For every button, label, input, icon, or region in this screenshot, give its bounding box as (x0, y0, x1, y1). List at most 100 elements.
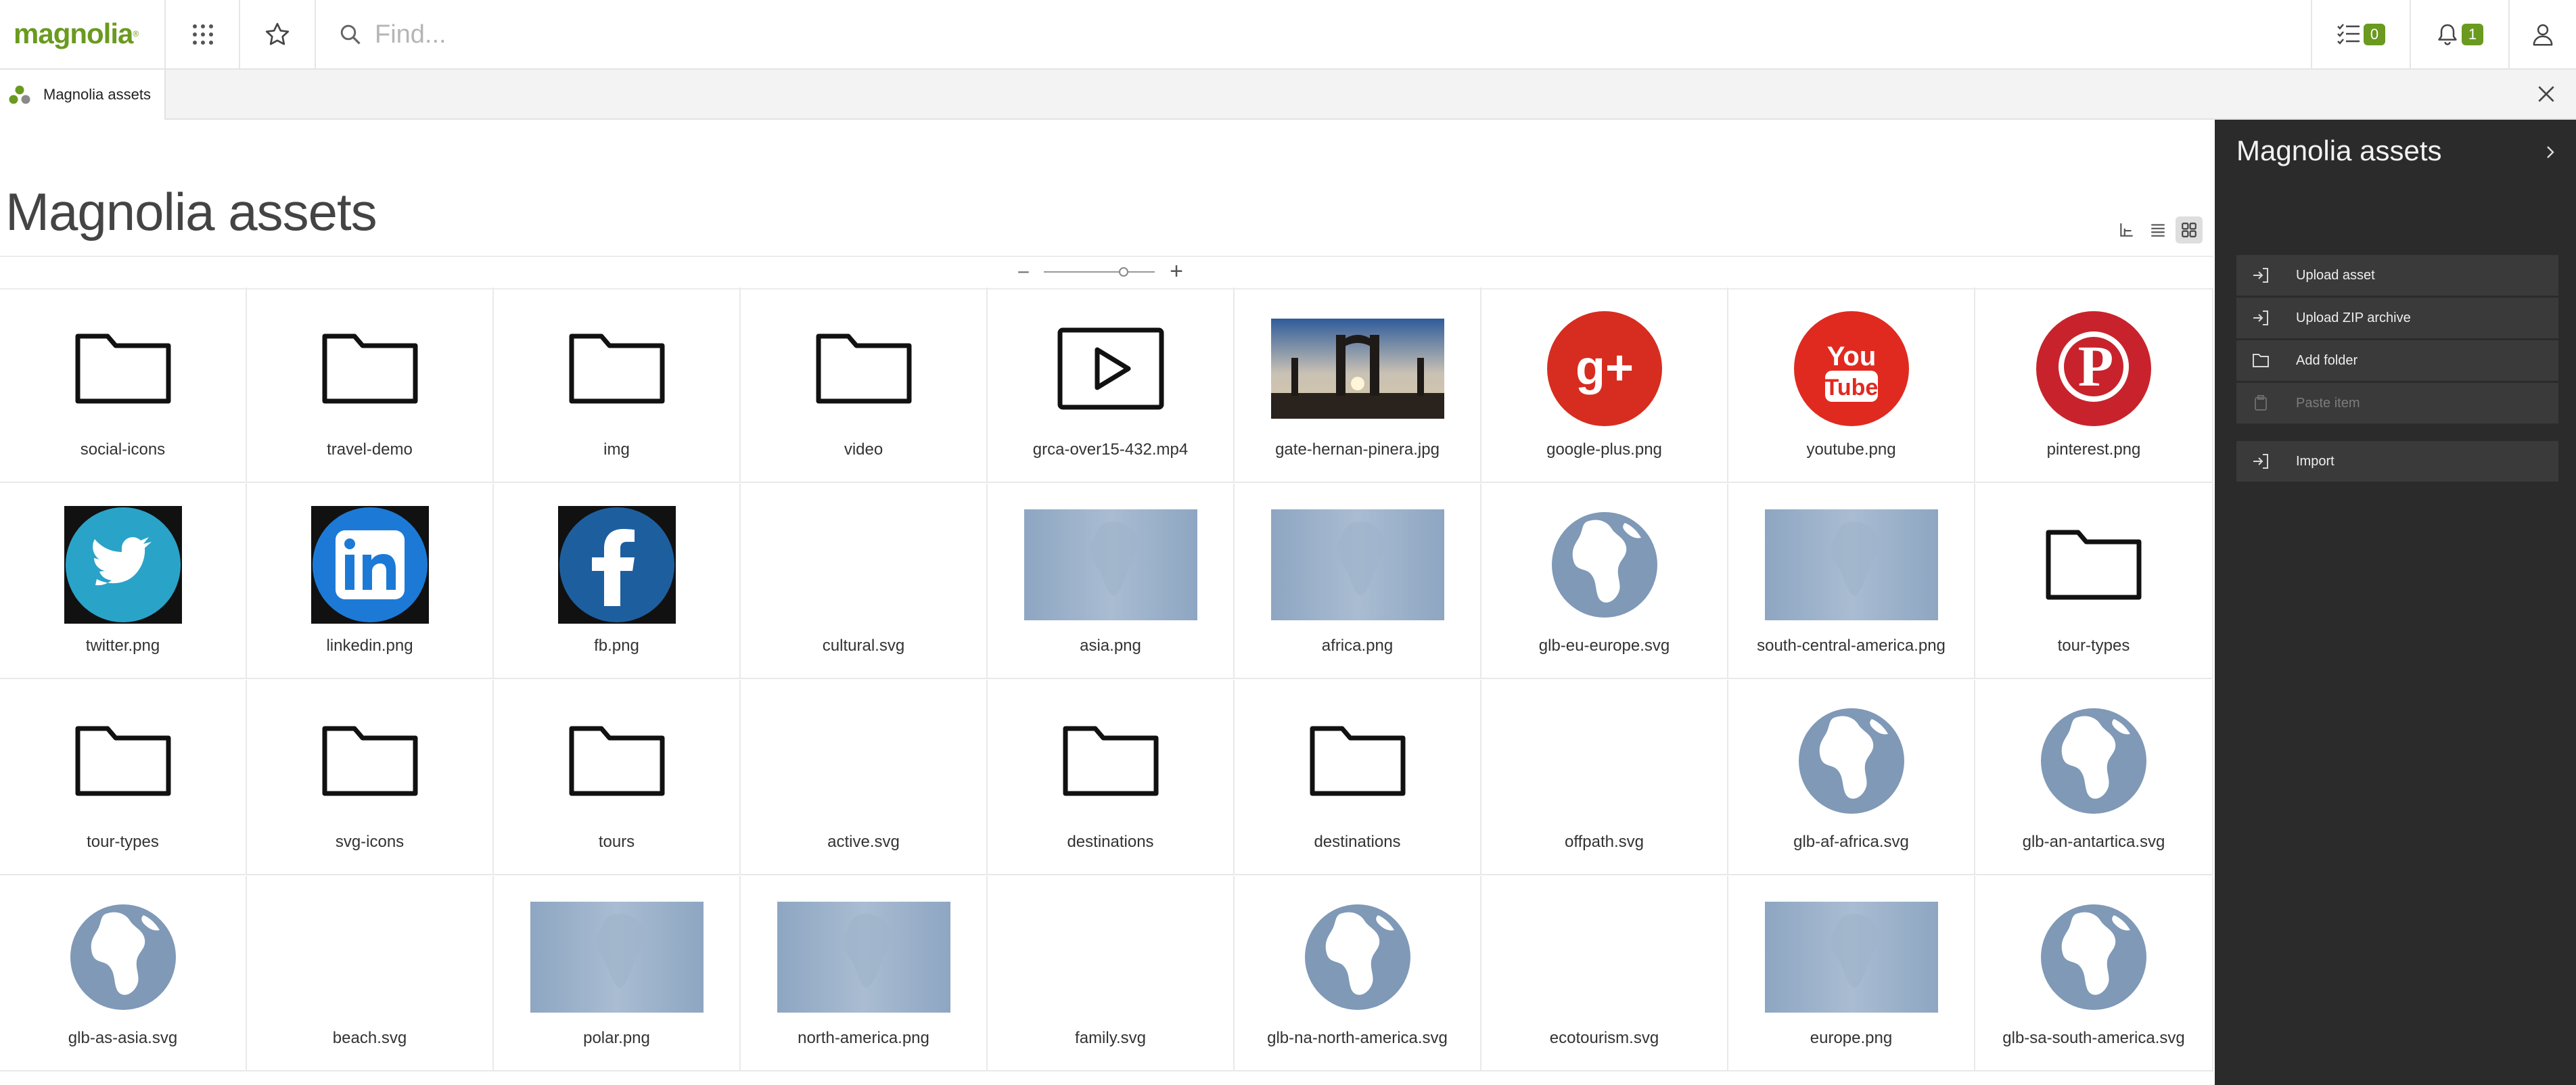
asset-thumbnail (247, 504, 492, 626)
folder-icon (322, 333, 417, 404)
map-thumbnail (1764, 509, 1938, 620)
asset-tile[interactable]: You Tube youtube.png (1728, 287, 1975, 483)
asset-thumbnail (988, 700, 1233, 822)
zoom-slider-handle[interactable] (1119, 267, 1129, 277)
asset-thumbnail (0, 700, 246, 822)
divider (315, 0, 316, 68)
asset-tile[interactable]: tour-types (0, 680, 247, 875)
asset-name: fb.png (594, 637, 639, 655)
action-label: Upload ZIP archive (2296, 310, 2411, 325)
logo-text: magnolia (14, 18, 133, 49)
asset-name: gate-hernan-pinera.jpg (1275, 440, 1440, 459)
magnolia-logo[interactable]: magnolia ® (14, 16, 139, 51)
asset-thumbnail (1975, 700, 2212, 822)
notifications-button[interactable]: 1 (2411, 0, 2508, 68)
asset-tile[interactable]: cultural.svg (741, 484, 988, 679)
bell-icon (2438, 24, 2457, 45)
asset-tile[interactable]: img (494, 287, 741, 483)
asset-tile[interactable]: europe.png (1728, 876, 1975, 1071)
asset-tile[interactable]: ecotourism.svg (1481, 876, 1728, 1071)
asset-tile[interactable]: social-icons (0, 287, 247, 483)
zoom-slider[interactable] (1044, 267, 1155, 277)
asset-name: img (603, 440, 630, 459)
asset-tile[interactable]: glb-na-north-america.svg (1235, 876, 1481, 1071)
thumbnail-view-button[interactable] (2176, 216, 2203, 244)
asset-tile[interactable]: offpath.svg (1481, 680, 1728, 875)
asset-tile[interactable]: twitter.png (0, 484, 247, 679)
search-field[interactable]: Find... (338, 18, 947, 51)
asset-tile[interactable]: glb-af-africa.svg (1728, 680, 1975, 875)
gate-photo-thumbnail (1270, 319, 1444, 419)
asset-tile[interactable]: travel-demo (247, 287, 494, 483)
asset-tile[interactable]: tours (494, 680, 741, 875)
upload-zip-icon (2253, 310, 2268, 325)
asset-tile[interactable]: south-central-america.png (1728, 484, 1975, 679)
action-label: Upload asset (2296, 267, 2375, 283)
asset-tile[interactable]: linkedin.png (247, 484, 494, 679)
map-thumbnail (530, 902, 704, 1013)
action-add-folder[interactable]: Add folder (2236, 340, 2558, 381)
asset-tile[interactable]: beach.svg (247, 876, 494, 1071)
asset-tile[interactable]: active.svg (741, 680, 988, 875)
tasks-button[interactable]: 0 (2312, 0, 2410, 68)
asset-thumbnail (741, 308, 986, 430)
asset-tile[interactable]: Ppinterest.png (1975, 287, 2213, 483)
globe-icon (2041, 708, 2146, 814)
asset-name: glb-eu-europe.svg (1538, 637, 1670, 655)
asset-tile[interactable]: polar.png (494, 876, 741, 1071)
asset-tile[interactable]: tour-types (1975, 484, 2213, 679)
asset-name: google-plus.png (1546, 440, 1662, 459)
asset-thumbnail: P (1975, 308, 2212, 430)
close-icon[interactable] (2535, 83, 2557, 105)
asset-name: offpath.svg (1565, 833, 1644, 851)
zoom-out-button[interactable]: − (1013, 260, 1034, 285)
asset-tile[interactable]: glb-sa-south-america.svg (1975, 876, 2213, 1071)
list-view-button[interactable] (2144, 216, 2171, 244)
action-upload-zip-archive[interactable]: Upload ZIP archive (2236, 298, 2558, 338)
asset-name: pinterest.png (2046, 440, 2141, 459)
folder-icon (75, 726, 170, 796)
zoom-in-button[interactable]: + (1166, 258, 1187, 285)
asset-name: beach.svg (332, 1029, 407, 1047)
pinterest-logo: P (2035, 310, 2153, 428)
tasks-icon (2337, 23, 2360, 45)
folder-icon (1310, 726, 1405, 796)
asset-thumbnail (247, 896, 492, 1018)
map-thumbnail (1270, 509, 1444, 620)
tree-view-button[interactable] (2113, 216, 2140, 244)
action-import[interactable]: Import (2236, 441, 2558, 482)
chevron-right-icon[interactable] (2542, 144, 2558, 160)
asset-tile[interactable]: north-america.png (741, 876, 988, 1071)
asset-tile[interactable]: glb-eu-europe.svg (1481, 484, 1728, 679)
view-mode-switcher (2113, 216, 2203, 244)
asset-thumbnail (1728, 700, 1974, 822)
thumbnail-view-icon (2182, 223, 2196, 237)
asset-tile[interactable]: family.svg (988, 876, 1235, 1071)
asset-tile[interactable]: g+ google-plus.png (1481, 287, 1728, 483)
asset-tile[interactable]: grca-over15-432.mp4 (988, 287, 1235, 483)
favorites-button[interactable] (240, 0, 315, 68)
asset-tile[interactable]: gate-hernan-pinera.jpg (1235, 287, 1481, 483)
action-icon (2250, 307, 2272, 329)
action-icon (2250, 392, 2272, 414)
user-menu-button[interactable] (2510, 0, 2576, 68)
asset-thumbnail (741, 700, 986, 822)
asset-tile[interactable]: asia.png (988, 484, 1235, 679)
asset-tile[interactable]: fb.png (494, 484, 741, 679)
folder-icon (1063, 726, 1158, 796)
app-launcher-button[interactable] (166, 0, 240, 68)
asset-tile[interactable]: video (741, 287, 988, 483)
asset-name: north-america.png (798, 1029, 929, 1047)
asset-tile[interactable]: destinations (988, 680, 1235, 875)
search-input[interactable]: Find... (375, 20, 446, 49)
tab-magnolia-assets[interactable]: Magnolia assets (0, 70, 166, 120)
asset-tile[interactable]: glb-as-asia.svg (0, 876, 247, 1071)
twitter-logo (64, 506, 182, 624)
asset-thumbnail (1728, 504, 1974, 626)
asset-tile[interactable]: destinations (1235, 680, 1481, 875)
action-upload-asset[interactable]: Upload asset (2236, 255, 2558, 296)
action-label: Add folder (2296, 352, 2358, 368)
asset-tile[interactable]: svg-icons (247, 680, 494, 875)
asset-tile[interactable]: glb-an-antartica.svg (1975, 680, 2213, 875)
asset-tile[interactable]: africa.png (1235, 484, 1481, 679)
